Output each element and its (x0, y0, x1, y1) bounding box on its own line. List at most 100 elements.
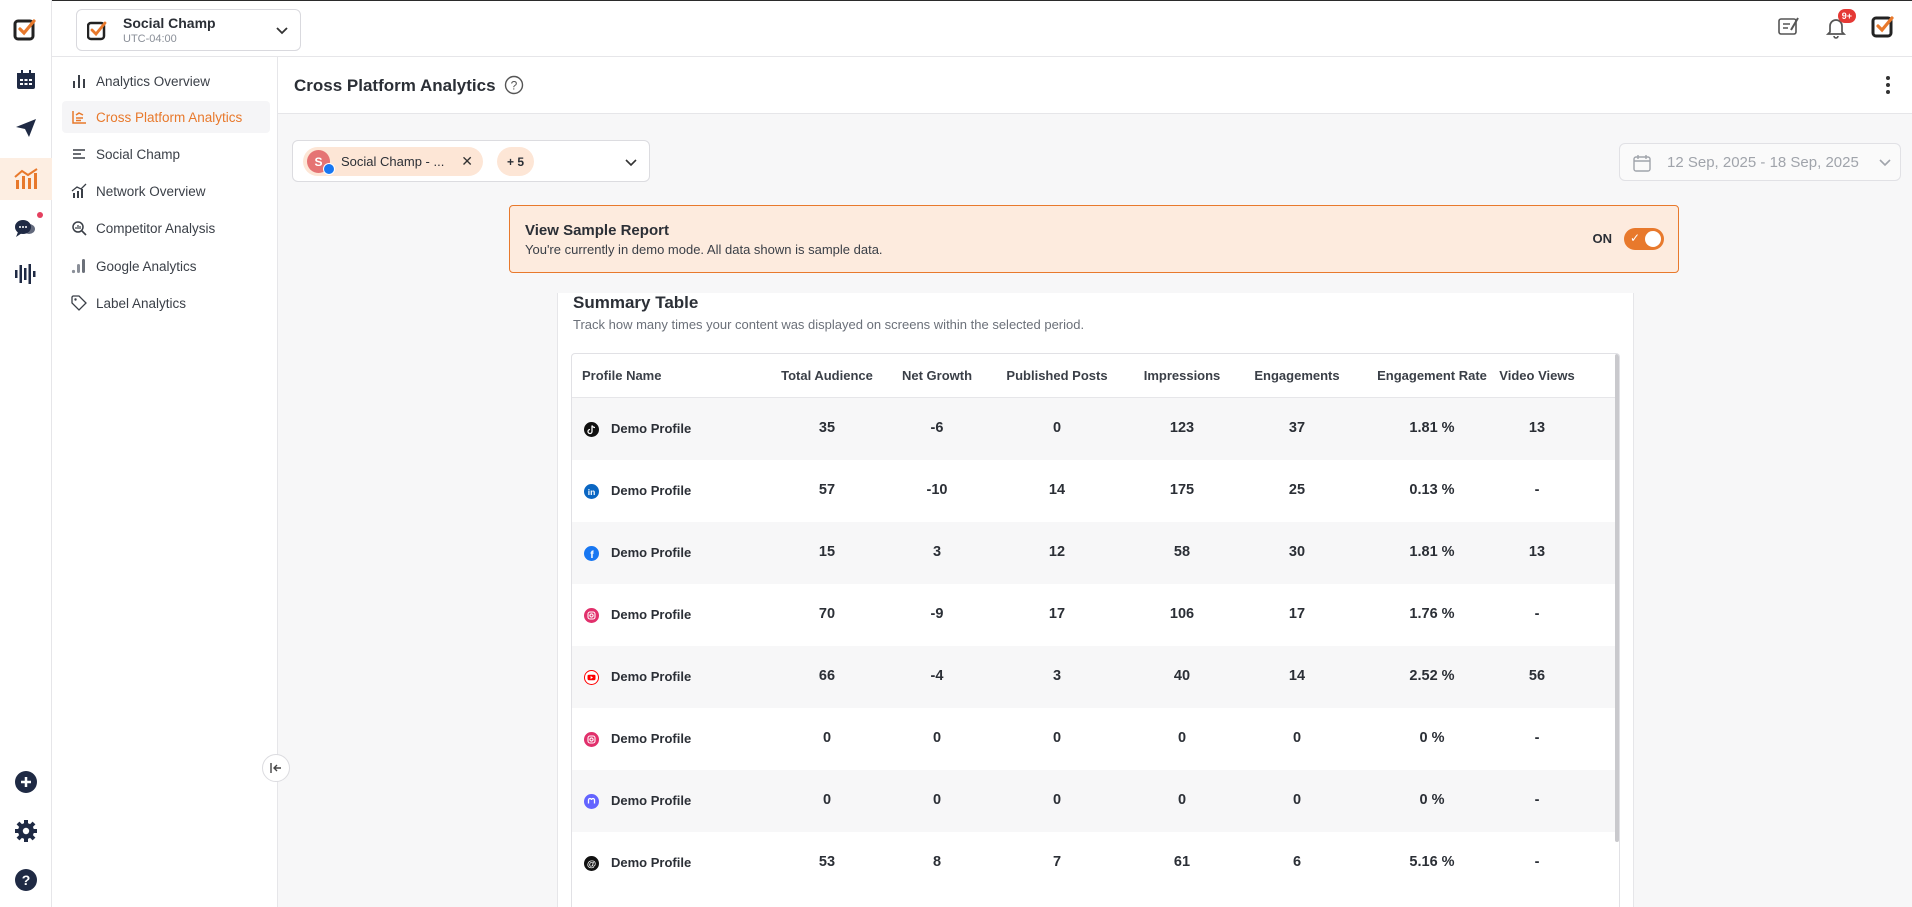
table-cell: 0 (1052, 730, 1062, 746)
sidebar-item-social-champ[interactable]: Social Champ (62, 138, 270, 170)
table-cell: 6 (1292, 854, 1302, 870)
table-cell: 25 (1288, 482, 1306, 498)
table-header: Profile Name Total Audience Net Growth Publ… (572, 354, 1616, 398)
instagram-icon (584, 608, 599, 623)
table-cell: 13 (1528, 544, 1546, 560)
table-cell: 0 (1292, 730, 1302, 746)
column-header[interactable]: Impressions (1127, 368, 1237, 383)
table-row[interactable]: Demo Profile 66 -4 3 40 14 2.52 % 56 (572, 646, 1616, 708)
svg-text:?: ? (22, 872, 31, 888)
workspace-selector[interactable]: Social Champ UTC-04:00 (76, 9, 301, 51)
workspace-timezone: UTC-04:00 (123, 33, 177, 45)
table-cell: - (1534, 482, 1540, 498)
profile-chip-label: Social Champ - ... (341, 154, 445, 169)
sidebar-item-competitor-analysis[interactable]: Competitor Analysis (62, 212, 270, 244)
table-cell: 14 (1288, 668, 1306, 684)
banner-title: View Sample Report (525, 222, 669, 239)
table-row[interactable]: Demo Profile 0 0 0 0 0 0 % - (572, 708, 1616, 770)
toggle-knob (1645, 231, 1661, 247)
svg-text:f: f (590, 549, 594, 561)
check-icon: ✓ (1630, 231, 1641, 245)
sidebar-item-network-overview[interactable]: Network Overview (62, 175, 270, 207)
more-profiles-count[interactable]: + 5 (497, 147, 535, 176)
table-cell: - (1534, 606, 1540, 622)
profile-name: Demo Profile (611, 731, 692, 746)
table-cell: -6 (930, 420, 944, 436)
table-scrollbar[interactable] (1615, 354, 1619, 842)
table-cell: 3 (932, 544, 942, 560)
facebook-badge-icon (323, 163, 335, 175)
table-row[interactable]: in Demo Profile 57 -10 14 175 25 0.13 % - (572, 460, 1616, 522)
sidebar-item-cross-platform-analytics[interactable]: Cross Platform Analytics (62, 101, 270, 133)
table-cell: 57 (818, 482, 836, 498)
table-cell: 8 (932, 854, 942, 870)
instagram-icon (584, 732, 599, 747)
settings-gear-icon[interactable] (10, 815, 42, 847)
calendar-icon[interactable] (10, 64, 42, 96)
table-row[interactable]: f Demo Profile 15 3 12 58 30 1.81 % 13 (572, 522, 1616, 584)
table-cell: 0 (1052, 420, 1062, 436)
table-cell: 14 (1048, 482, 1066, 498)
linkedin-icon: in (584, 484, 599, 499)
table-cell: -4 (930, 668, 944, 684)
table-cell: -10 (926, 482, 948, 498)
help-icon[interactable]: ? (10, 864, 42, 896)
summary-title: Summary Table (573, 293, 699, 312)
table-cell: 30 (1288, 544, 1306, 560)
network-chart-icon (70, 182, 88, 200)
notifications-bell-icon[interactable]: 9+ (1822, 9, 1856, 41)
profile-selector[interactable]: S Social Champ - ... ✕ + 5 (292, 140, 650, 182)
inbox-chat-icon[interactable] (10, 212, 43, 244)
table-cell: 106 (1169, 606, 1195, 622)
column-header[interactable]: Profile Name (582, 368, 722, 383)
sidebar-item-label: Cross Platform Analytics (96, 109, 243, 125)
banner-subtitle: You're currently in demo mode. All data … (525, 242, 883, 257)
table-cell: 12 (1048, 544, 1066, 560)
workspace-logo-icon (87, 21, 107, 41)
tag-icon (70, 294, 88, 312)
profile-name: Demo Profile (611, 793, 692, 808)
analytics-icon[interactable] (0, 158, 52, 200)
column-header[interactable]: Published Posts (997, 368, 1117, 383)
table-cell: 0 (822, 730, 832, 746)
date-range-picker[interactable]: 12 Sep, 2025 - 18 Sep, 2025 (1619, 143, 1901, 181)
social-champ-logo-icon[interactable] (10, 14, 42, 46)
table-cell: 35 (818, 420, 836, 436)
table-row[interactable]: Demo Profile 0 0 0 0 0 0 % - (572, 770, 1616, 832)
remove-profile-icon[interactable]: ✕ (461, 153, 473, 170)
more-options-icon[interactable] (1878, 73, 1898, 97)
column-header[interactable]: Video Views (1482, 368, 1592, 383)
threads-icon: @ (584, 856, 599, 871)
table-row[interactable]: Demo Profile 70 -9 17 106 17 1.76 % - (572, 584, 1616, 646)
chevron-down-icon (625, 159, 637, 167)
sidebar-item-label-analytics[interactable]: Label Analytics (62, 287, 270, 319)
svg-text:@: @ (587, 859, 596, 870)
table-cell: 17 (1048, 606, 1066, 622)
sidebar-item-analytics-overview[interactable]: Analytics Overview (62, 65, 270, 97)
send-icon[interactable] (10, 112, 42, 144)
profile-name: Demo Profile (611, 545, 692, 560)
column-header[interactable]: Net Growth (887, 368, 987, 383)
google-analytics-icon (70, 257, 88, 275)
column-header[interactable]: Total Audience (767, 368, 887, 383)
table-row[interactable]: Demo Profile 35 -6 0 123 37 1.81 % 13 (572, 398, 1616, 460)
table-cell: 175 (1169, 482, 1195, 498)
compose-note-icon[interactable] (1774, 13, 1802, 41)
table-cell: 0 (1177, 730, 1187, 746)
table-cell: 0 (1052, 792, 1062, 808)
unread-dot (37, 212, 43, 218)
column-header[interactable]: Engagements (1237, 368, 1357, 383)
sample-report-toggle[interactable]: ✓ (1624, 228, 1664, 250)
chevron-down-icon (1879, 159, 1891, 167)
sidebar-item-label: Network Overview (96, 183, 206, 199)
add-icon[interactable] (10, 766, 42, 798)
help-circle-icon[interactable]: ? (504, 75, 524, 95)
collapse-sidebar-button[interactable] (262, 754, 290, 782)
table-row[interactable]: @ Demo Profile 53 8 7 61 6 5.16 % - (572, 832, 1616, 894)
summary-table: Profile Name Total Audience Net Growth Publ… (571, 353, 1620, 907)
table-cell: 0 (932, 730, 942, 746)
sidebar-item-google-analytics[interactable]: Google Analytics (62, 250, 270, 282)
magnifier-chart-icon (70, 219, 88, 237)
account-logo-icon[interactable] (1870, 13, 1898, 41)
listening-waveform-icon[interactable] (10, 258, 42, 290)
